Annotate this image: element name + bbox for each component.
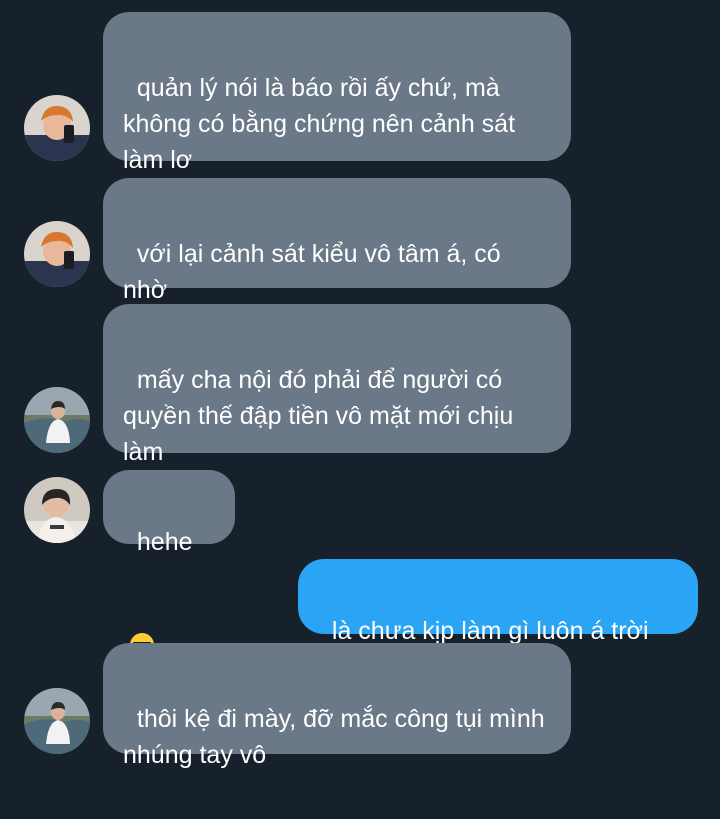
message-bubble[interactable]: thôi kệ đi mày, đỡ mắc công tụi mình nhú…	[103, 643, 571, 769]
message-text: mấy cha nội đó phải để người có quyền th…	[123, 366, 514, 466]
sender-avatar[interactable]	[24, 477, 90, 543]
message-bubble[interactable]: quản lý nói là báo rồi ấy chứ, mà không …	[103, 12, 571, 174]
sender-avatar[interactable]	[24, 387, 90, 453]
avatar-photo-white-shirt	[24, 688, 90, 754]
avatar-photo-white-shirt	[24, 387, 90, 453]
avatar-photo-orange-hair	[24, 95, 90, 161]
message-bubble[interactable]: với lại cảnh sát kiểu vô tâm á, có nhờ đ…	[103, 178, 571, 340]
avatar-photo-dark-hair	[24, 477, 90, 543]
sunglasses-emoji	[129, 560, 155, 657]
message-bubble[interactable]: hehe	[103, 470, 235, 657]
message-text: quản lý nói là báo rồi ấy chứ, mà không …	[123, 74, 516, 174]
message-text: là chưa kịp làm gì luôn á trời	[331, 617, 649, 645]
sender-avatar[interactable]	[24, 688, 90, 754]
outgoing-message-bubble[interactable]: là chưa kịp làm gì luôn á trời	[298, 559, 698, 746]
sender-avatar[interactable]	[24, 221, 90, 287]
sender-avatar[interactable]	[24, 95, 90, 161]
avatar-photo-orange-hair	[24, 221, 90, 287]
message-text: hehe	[136, 528, 193, 556]
message-bubble[interactable]: mấy cha nội đó phải để người có quyền th…	[103, 304, 571, 466]
